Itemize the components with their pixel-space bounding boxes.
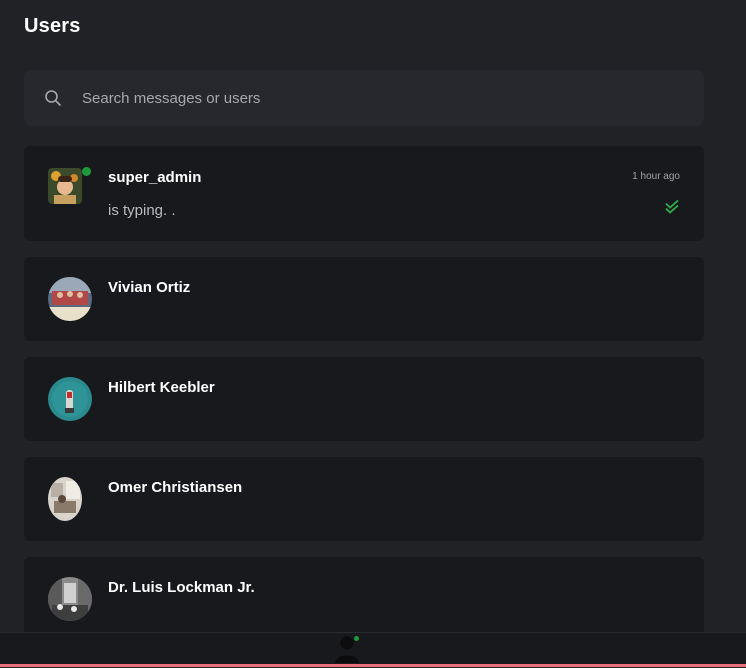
search-box[interactable]	[24, 70, 704, 126]
avatar	[48, 477, 82, 521]
user-name: Hilbert Keebler	[108, 379, 215, 396]
user-item-omer-christiansen[interactable]: Omer Christiansen	[24, 457, 704, 541]
avatar	[48, 277, 92, 321]
search-input[interactable]	[82, 70, 704, 126]
user-list: super_admin is typing. . 1 hour ago Vivi…	[24, 146, 704, 657]
page-title: Users	[24, 15, 81, 37]
avatar	[48, 377, 92, 421]
search-icon	[44, 89, 62, 107]
user-item-vivian-ortiz[interactable]: Vivian Ortiz	[24, 257, 704, 341]
online-status-dot	[82, 167, 91, 176]
user-item-hilbert-keebler[interactable]: Hilbert Keebler	[24, 357, 704, 441]
avatar	[48, 577, 92, 621]
double-check-icon	[664, 199, 680, 216]
user-name: Dr. Luis Lockman Jr.	[108, 579, 255, 596]
bottom-nav	[0, 632, 746, 667]
user-name: super_admin	[108, 169, 202, 186]
user-name: Omer Christiansen	[108, 479, 243, 496]
user-item-luis-lockman[interactable]: Dr. Luis Lockman Jr.	[24, 557, 704, 641]
avatar	[48, 168, 82, 204]
message-time: 1 hour ago	[632, 171, 680, 182]
user-name: Vivian Ortiz	[108, 279, 191, 296]
message-preview: is typing. .	[108, 202, 176, 219]
online-status-dot	[354, 636, 359, 641]
user-item-super-admin[interactable]: super_admin is typing. . 1 hour ago	[24, 146, 704, 241]
